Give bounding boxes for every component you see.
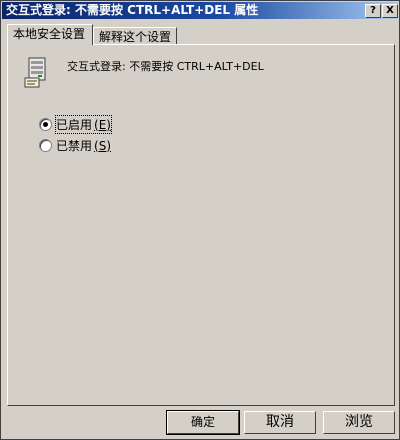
browse-button[interactable]: 浏览: [323, 411, 395, 434]
tab-explain-setting[interactable]: 解释这个设置: [93, 27, 177, 45]
cancel-button[interactable]: 取消: [244, 411, 316, 434]
help-button[interactable]: ?: [365, 4, 381, 18]
tab-panel: [7, 44, 395, 406]
close-button[interactable]: X: [382, 4, 398, 18]
title-bar[interactable]: 交互式登录: 不需要按 CTRL+ALT+DEL 属性 ? X: [2, 2, 398, 19]
properties-dialog: 交互式登录: 不需要按 CTRL+ALT+DEL 属性 ? X 本地安全设置 解…: [0, 0, 400, 440]
window-title: 交互式登录: 不需要按 CTRL+ALT+DEL 属性: [6, 3, 259, 17]
ok-button[interactable]: 确定: [166, 410, 240, 435]
tab-local-security-setting[interactable]: 本地安全设置: [7, 24, 93, 45]
